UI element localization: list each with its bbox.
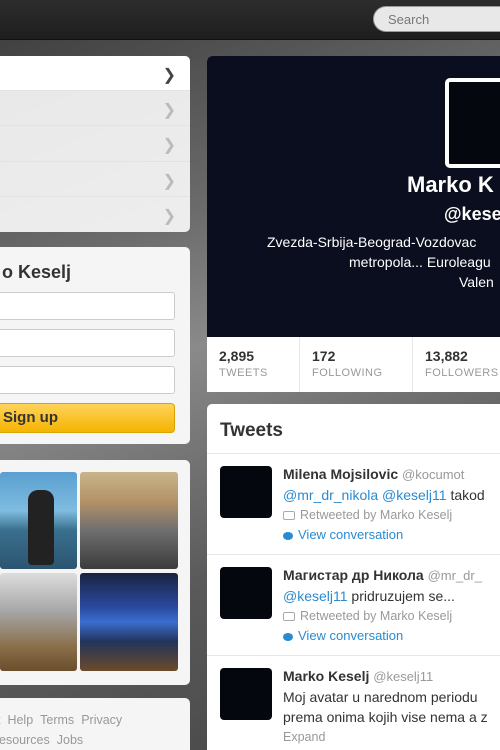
stat-label: TWEETS	[219, 367, 268, 379]
avatar[interactable]	[220, 466, 272, 518]
profile-name: Marko K	[407, 172, 494, 197]
photo-thumbnail[interactable]	[0, 573, 77, 671]
tweet-mentions[interactable]: @mr_dr_nikola @keselj11	[283, 487, 447, 503]
tweet-text: pridruzujem se...	[347, 588, 455, 604]
profile-location: Valen	[459, 274, 494, 290]
tweet-author-handle[interactable]: @kocumot	[402, 467, 464, 482]
full-name-field[interactable]	[0, 292, 175, 320]
tweet-item[interactable]: Магистар др Никола @mr_dr_ @keselj11 pri…	[207, 555, 500, 656]
stat-value: 2,895	[219, 348, 255, 364]
footer-links: utHelpTermsPrivacy ResourcesJobs	[0, 698, 190, 750]
footer-link-resources[interactable]: Resources	[0, 733, 50, 747]
retweet-icon	[283, 612, 295, 621]
retweeted-by[interactable]: Retweeted by Marko Keselj	[300, 609, 452, 623]
tweet-item[interactable]: Milena Mojsilovic @kocumot @mr_dr_nikola…	[207, 454, 500, 555]
speech-bubble-icon	[283, 532, 293, 540]
diver-figure	[28, 490, 54, 565]
photo-thumbnail[interactable]	[80, 472, 178, 569]
stat-followers[interactable]: 13,882 FOLLOWERS	[413, 337, 500, 392]
tweet-author-name[interactable]: Marko Keselj	[283, 668, 369, 684]
tweet-author-name[interactable]: Milena Mojsilovic	[283, 466, 398, 482]
footer-link-privacy[interactable]: Privacy	[81, 713, 122, 727]
nav-item-2[interactable]: ❯	[0, 91, 190, 127]
footer-link-help[interactable]: Help	[7, 713, 33, 727]
profile-nav-menu: ❯ ❯ ❯ ❯ ❯	[0, 56, 190, 232]
bio-line: Zvezda-Srbija-Beograd-Vozdovac	[267, 234, 477, 250]
photo-thumbnail[interactable]	[0, 472, 77, 569]
stat-value: 13,882	[425, 348, 468, 364]
tweet-item[interactable]: Marko Keselj @keselj11 Moj avatar u nare…	[207, 656, 500, 750]
profile-card: Marko K @kese Zvezda-Srbija-Beograd-Vozd…	[207, 56, 500, 392]
tweet-author-handle[interactable]: @keselj11	[373, 669, 433, 684]
nav-item-3[interactable]: ❯	[0, 126, 190, 162]
nav-item-1[interactable]: ❯	[0, 56, 190, 92]
photo-grid	[0, 460, 190, 685]
chevron-right-icon: ❯	[162, 137, 176, 155]
stat-following[interactable]: 172 FOLLOWING	[300, 337, 413, 392]
speech-bubble-icon	[283, 633, 293, 641]
tweet-author-name[interactable]: Магистар др Никола	[283, 567, 424, 583]
view-conversation-link[interactable]: View conversation	[298, 628, 403, 643]
chevron-right-icon: ❯	[162, 67, 176, 84]
avatar[interactable]	[220, 567, 272, 619]
stat-label: FOLLOWING	[312, 367, 383, 379]
tweet-author-handle[interactable]: @mr_dr_	[428, 568, 482, 583]
tweet-mentions[interactable]: @keselj11	[283, 588, 348, 604]
stat-label: FOLLOWERS	[425, 367, 499, 379]
nav-item-4[interactable]: ❯	[0, 162, 190, 197]
tweet-text: Moj avatar u narednom periodu	[283, 689, 478, 705]
profile-stats: 2,895 TWEETS 172 FOLLOWING 13,882 FOLLOW…	[207, 337, 500, 392]
signup-title: o Keselj	[2, 262, 72, 282]
retweet-icon	[283, 511, 295, 520]
stat-tweets[interactable]: 2,895 TWEETS	[207, 337, 300, 392]
chevron-right-icon: ❯	[162, 207, 176, 225]
profile-header: Marko K @kese Zvezda-Srbija-Beograd-Vozd…	[207, 56, 500, 337]
signup-box: o Keselj Sign up	[0, 247, 190, 444]
stat-value: 172	[312, 348, 336, 364]
footer-link-terms[interactable]: Terms	[40, 713, 74, 727]
tweets-panel: Tweets Milena Mojsilovic @kocumot @mr_dr…	[207, 404, 500, 750]
chevron-right-icon: ❯	[162, 172, 176, 190]
expand-link[interactable]: Expand	[283, 727, 500, 747]
email-field[interactable]	[0, 329, 175, 357]
search-input[interactable]: Search	[373, 6, 500, 32]
top-bar: Search	[0, 0, 500, 40]
tweets-heading: Tweets	[207, 404, 500, 454]
profile-handle: @kese	[444, 204, 500, 224]
tweet-text: prema onima kojih vise nema a z	[283, 709, 488, 725]
view-conversation-link[interactable]: View conversation	[298, 527, 403, 542]
photo-thumbnail[interactable]	[80, 573, 178, 671]
profile-bio: Zvezda-Srbija-Beograd-Vozdovac metropola…	[267, 232, 500, 272]
footer-link-jobs[interactable]: Jobs	[57, 733, 83, 747]
sign-up-button[interactable]: Sign up	[0, 403, 175, 433]
tweet-text: takod	[446, 487, 485, 503]
password-field[interactable]	[0, 366, 175, 394]
avatar[interactable]	[445, 78, 500, 168]
nav-item-5[interactable]: ❯	[0, 197, 190, 232]
avatar[interactable]	[220, 668, 272, 720]
bio-line: metropola... Euroleagu	[349, 254, 491, 270]
chevron-right-icon: ❯	[162, 102, 176, 120]
retweeted-by[interactable]: Retweeted by Marko Keselj	[300, 508, 452, 522]
